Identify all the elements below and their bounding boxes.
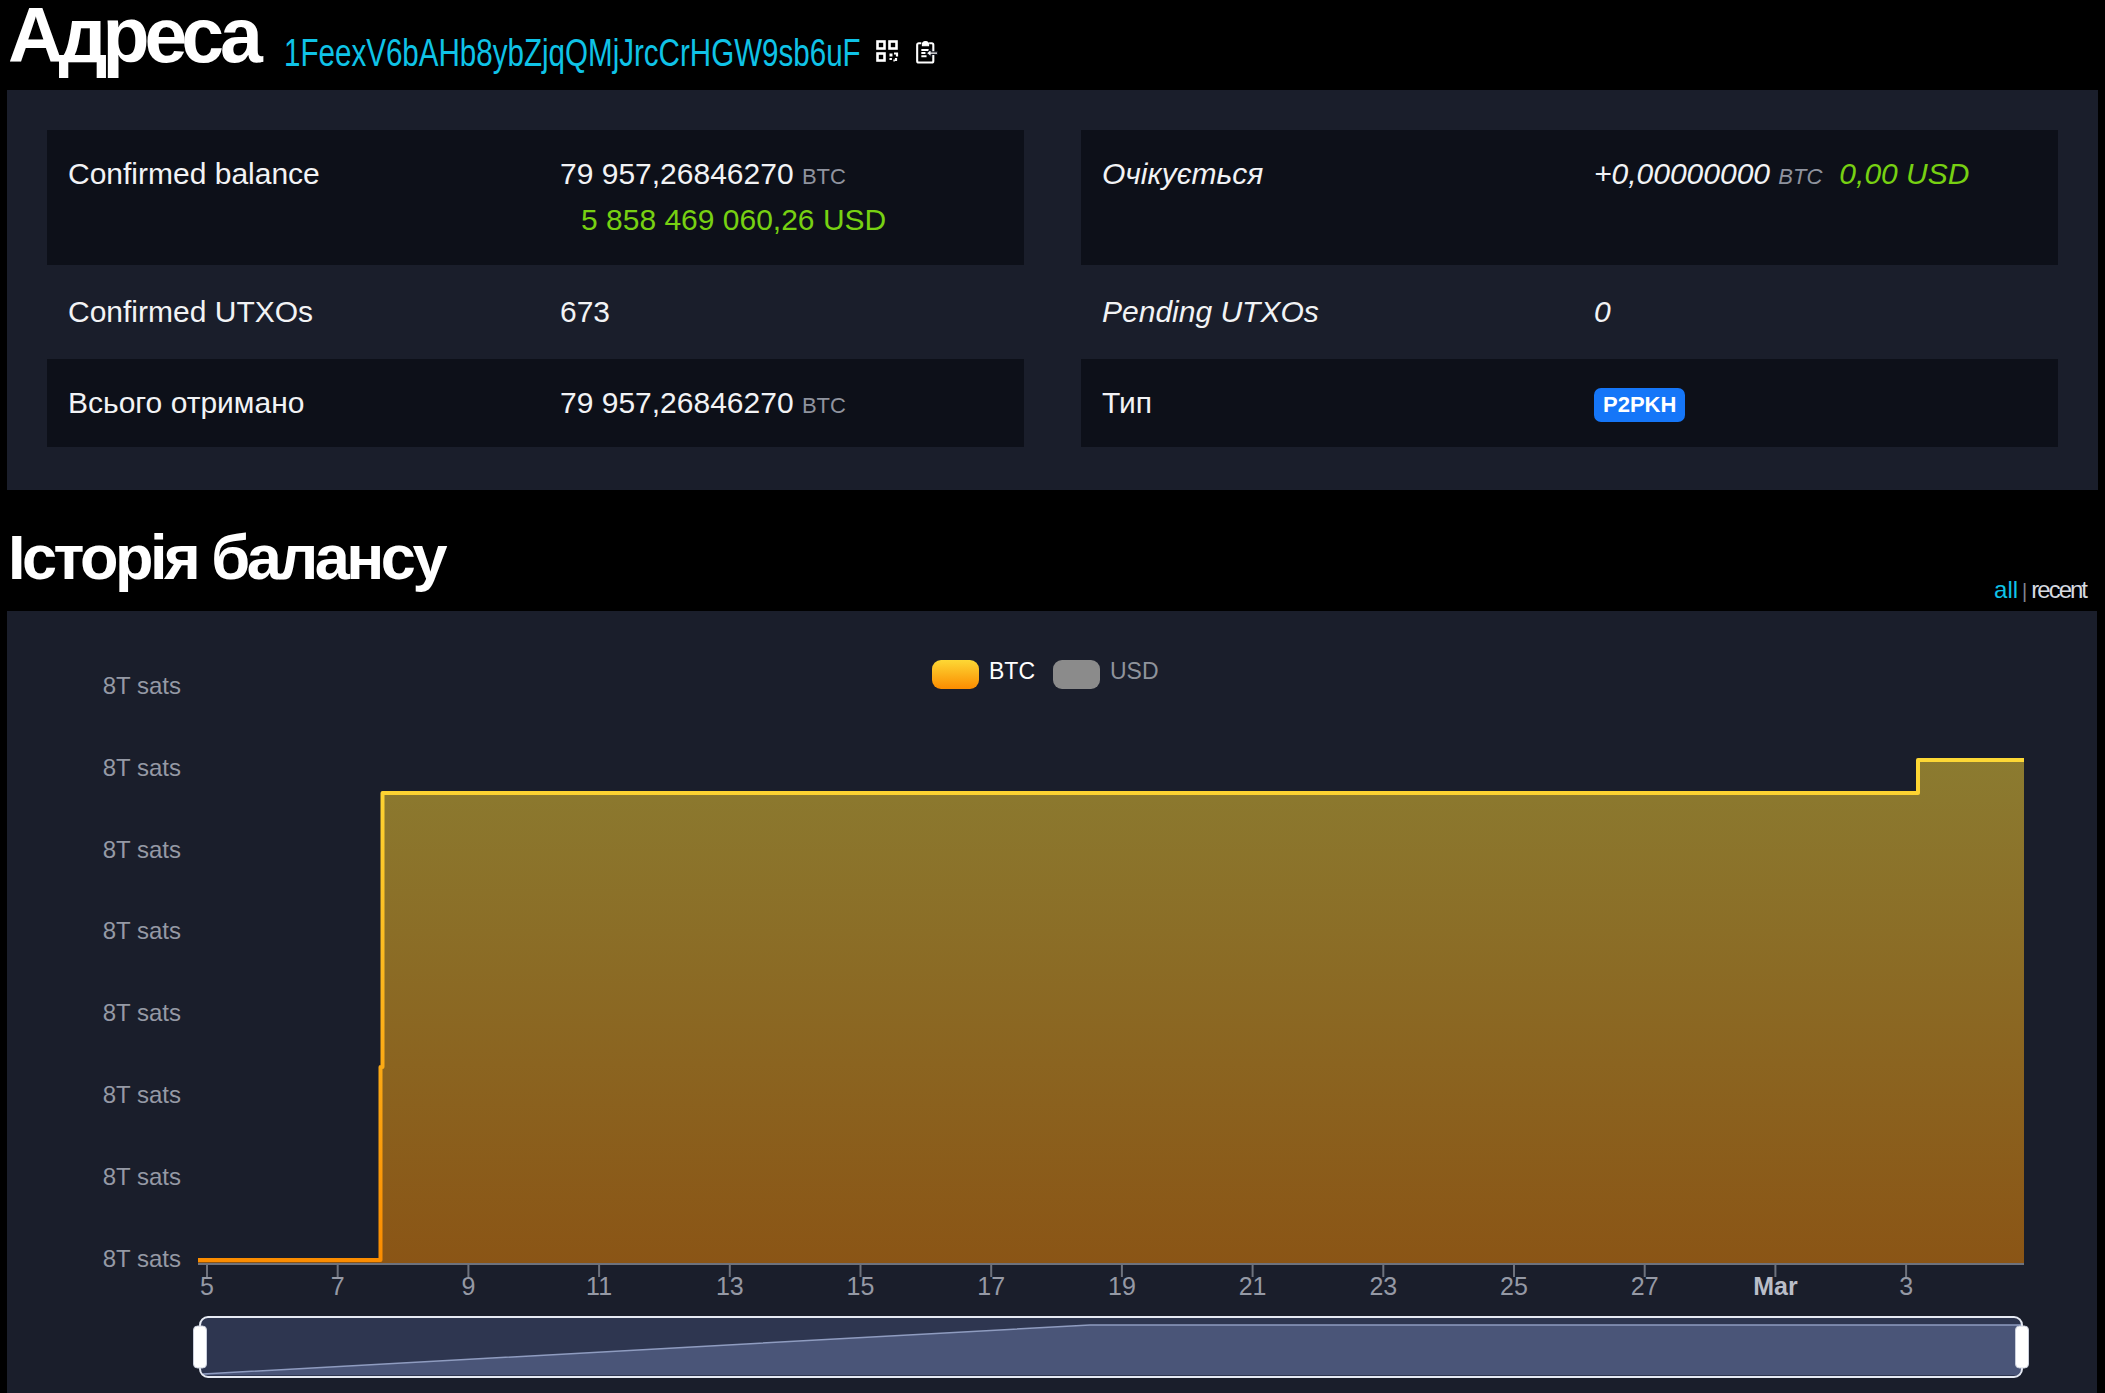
stat-label: Confirmed UTXOs (47, 295, 560, 329)
range-all-link[interactable]: all (1994, 576, 2018, 603)
btc-balance-area (198, 760, 2024, 1263)
btc-amount: +0,00000000 (1594, 157, 1770, 190)
page-header: Адреса 1FeexV6bAHb8ybZjqQMjJrcCrHGW9sb6uF (0, 0, 2105, 90)
stat-row-total-received: Всього отримано 79 957,26846270 BTC (47, 359, 1024, 447)
y-axis-label: 8T sats (103, 836, 181, 863)
x-axis-label: 11 (586, 1272, 612, 1300)
y-axis-label: 8T sats (103, 672, 181, 699)
balance-history-chart: 8T sats 8T sats 8T sats 8T sats 8T sats 8T sa… (7, 611, 2097, 1393)
btc-amount: 79 957,26846270 (560, 157, 794, 190)
stat-label: Pending UTXOs (1081, 295, 1594, 329)
stat-row-pending-utxos: Pending UTXOs 0 (1081, 265, 2058, 359)
address-link[interactable]: 1FeexV6bAHb8ybZjqQMjJrcCrHGW9sb6uF (284, 34, 861, 72)
stats-pending-column: Очікується +0,00000000 BTC 0,00 USD Pendi… (1081, 130, 2058, 450)
copy-to-clipboard-icon[interactable] (913, 39, 938, 64)
y-axis-label: 8T sats (103, 1163, 181, 1190)
qr-code-icon[interactable] (875, 39, 899, 63)
x-axis-label: 3 (1899, 1272, 1913, 1300)
chart-zoom-slider[interactable] (194, 1317, 2029, 1377)
stat-value: 0 (1594, 295, 1611, 329)
stat-row-confirmed-utxos: Confirmed UTXOs 673 (47, 265, 1024, 359)
slider-handle-left[interactable] (194, 1326, 207, 1368)
legend-swatch (932, 660, 979, 689)
x-axis-label: 17 (977, 1272, 1005, 1300)
x-axis-label: 7 (331, 1272, 345, 1300)
legend-item-usd[interactable]: USD (1053, 658, 1159, 690)
page-title: Адреса (8, 0, 258, 74)
x-axis: 5 7 9 11 13 15 17 19 21 23 25 27 Mar 3 (200, 1263, 1913, 1300)
x-axis-label: 23 (1369, 1272, 1397, 1300)
usd-amount: 0,00 USD (1839, 157, 1969, 190)
legend-label: BTC (989, 658, 1035, 684)
address-type-badge: P2PKH (1594, 388, 1685, 422)
balance-history-header: Історія балансу all|recent (0, 493, 2097, 611)
stat-row-confirmed-balance: Confirmed balance 79 957,26846270 BTC 5 … (47, 130, 1024, 265)
range-separator: | (2022, 580, 2027, 602)
y-axis-label: 8T sats (103, 917, 181, 944)
y-axis-label: 8T sats (103, 754, 181, 781)
slider-handle-right[interactable] (2016, 1326, 2029, 1368)
stat-value: 673 (560, 295, 610, 329)
y-axis-label: 8T sats (103, 999, 181, 1026)
chart-legend: BTC USD (932, 658, 1159, 690)
x-axis-label: 19 (1108, 1272, 1136, 1300)
stat-value: +0,00000000 BTC 0,00 USD (1594, 152, 1969, 198)
x-axis-label: 21 (1239, 1272, 1267, 1300)
address-stats-panel: Confirmed balance 79 957,26846270 BTC 5 … (7, 90, 2098, 490)
stat-row-type: Тип P2PKH (1081, 359, 2058, 447)
legend-label: USD (1110, 658, 1159, 684)
range-recent-link[interactable]: recent (2031, 576, 2086, 603)
stat-label: Очікується (1081, 152, 1594, 195)
btc-unit: BTC (802, 164, 846, 189)
stat-row-expected: Очікується +0,00000000 BTC 0,00 USD (1081, 130, 2058, 265)
y-axis-label: 8T sats (103, 1245, 181, 1272)
stat-value: 79 957,26846270 BTC 5 858 469 060,26 USD (560, 152, 886, 241)
balance-history-title: Історія балансу (8, 526, 444, 589)
btc-unit: BTC (1778, 164, 1822, 189)
stat-label: Всього отримано (47, 386, 560, 420)
balance-history-chart-panel: 8T sats 8T sats 8T sats 8T sats 8T sats 8T sa… (7, 611, 2097, 1393)
stats-confirmed-column: Confirmed balance 79 957,26846270 BTC 5 … (47, 130, 1024, 450)
x-axis-label: 25 (1500, 1272, 1528, 1300)
legend-swatch (1053, 660, 1100, 689)
chart-range-links: all|recent (1994, 578, 2086, 603)
stat-value: 79 957,26846270 BTC (560, 386, 846, 420)
x-axis-label: 27 (1631, 1272, 1659, 1300)
legend-item-btc[interactable]: BTC (932, 658, 1035, 690)
x-axis-label: 9 (461, 1272, 475, 1300)
x-axis-label: 15 (847, 1272, 875, 1300)
y-axis-label: 8T sats (103, 1081, 181, 1108)
btc-amount: 79 957,26846270 (560, 386, 794, 419)
usd-amount: 5 858 469 060,26 USD (560, 198, 886, 241)
stat-label: Confirmed balance (47, 152, 560, 195)
stat-label: Тип (1081, 386, 1594, 420)
y-axis-labels: 8T sats 8T sats 8T sats 8T sats 8T sats 8T sa… (103, 672, 181, 1272)
x-axis-label: 13 (716, 1272, 744, 1300)
stat-value: P2PKH (1594, 385, 1685, 422)
btc-unit: BTC (802, 393, 846, 418)
x-axis-label: Mar (1753, 1272, 1798, 1300)
x-axis-label: 5 (200, 1272, 214, 1300)
